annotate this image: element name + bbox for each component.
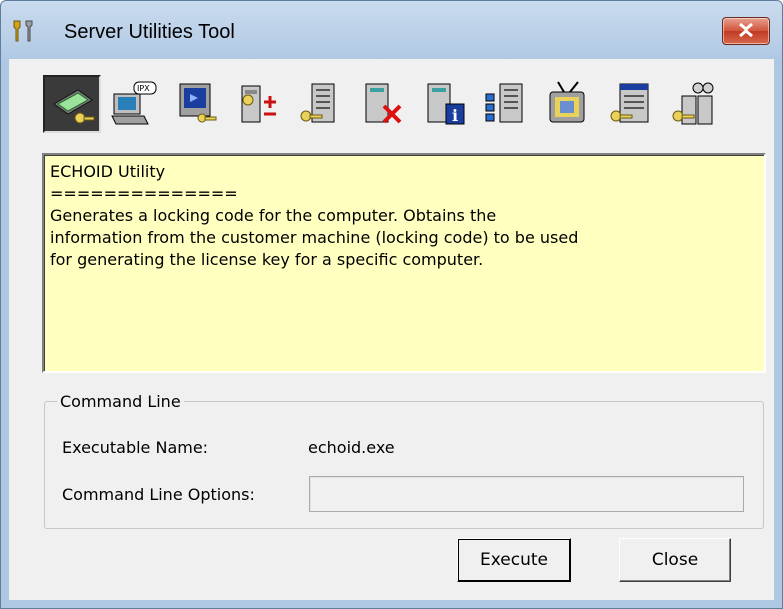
command-line-options-label: Command Line Options: — [62, 485, 255, 504]
close-icon — [739, 23, 753, 37]
server-plus-minus-icon — [241, 85, 276, 123]
tool-ipx-button[interactable]: IPX — [105, 75, 163, 133]
tool-servers-key-button[interactable] — [663, 75, 721, 133]
tool-monitor-antenna-button[interactable] — [539, 75, 597, 133]
utility-description-box: ECHOID Utility ============== Generates … — [42, 153, 766, 373]
description-line: information from the customer machine (l… — [50, 228, 579, 247]
document-key-icon — [300, 83, 335, 123]
title-bar[interactable]: Server Utilities Tool — [1, 1, 782, 61]
description-line: for generating the license key for a spe… — [50, 250, 484, 269]
execute-button[interactable]: Execute — [457, 538, 571, 582]
command-line-group-label: Command Line — [57, 392, 184, 411]
dialog-client-area: IPX i ECHOID Utility ============== Gene… — [9, 59, 774, 600]
network-card-key-icon — [53, 89, 95, 124]
monitor-antenna-icon — [549, 81, 585, 123]
tool-window-key-button[interactable] — [601, 75, 659, 133]
ipx-computer-icon: IPX — [111, 81, 157, 125]
tool-document-grid-button[interactable] — [477, 75, 535, 133]
window-title: Server Utilities Tool — [64, 21, 235, 43]
tool-echoid-button[interactable] — [43, 75, 101, 133]
tool-server-info-button[interactable]: i — [415, 75, 473, 133]
server-utilities-window: Server Utilities Tool IPX i ECHOID Utili… — [0, 0, 783, 609]
window-key-icon — [610, 83, 649, 123]
tool-server-plus-minus-button[interactable] — [229, 75, 287, 133]
tool-server-delete-button[interactable] — [353, 75, 411, 133]
svg-text:i: i — [452, 106, 458, 125]
executable-name-label: Executable Name: — [62, 438, 209, 457]
close-button[interactable]: Close — [619, 538, 731, 582]
monitor-key-icon — [179, 83, 217, 123]
tools-app-icon — [13, 20, 33, 42]
server-delete-icon — [365, 83, 402, 124]
svg-text:IPX: IPX — [137, 84, 150, 93]
window-close-button[interactable] — [722, 17, 770, 45]
servers-key-icon — [672, 82, 714, 125]
document-grid-icon — [485, 83, 523, 123]
server-info-icon: i — [427, 83, 465, 125]
description-line: ECHOID Utility — [50, 162, 166, 181]
command-line-options-input[interactable] — [309, 476, 744, 512]
tool-monitor-key-button[interactable] — [167, 75, 225, 133]
description-line: ============== — [50, 184, 238, 203]
tool-document-key-button[interactable] — [291, 75, 349, 133]
executable-name-value: echoid.exe — [308, 438, 395, 457]
description-line: Generates a locking code for the compute… — [50, 206, 497, 225]
